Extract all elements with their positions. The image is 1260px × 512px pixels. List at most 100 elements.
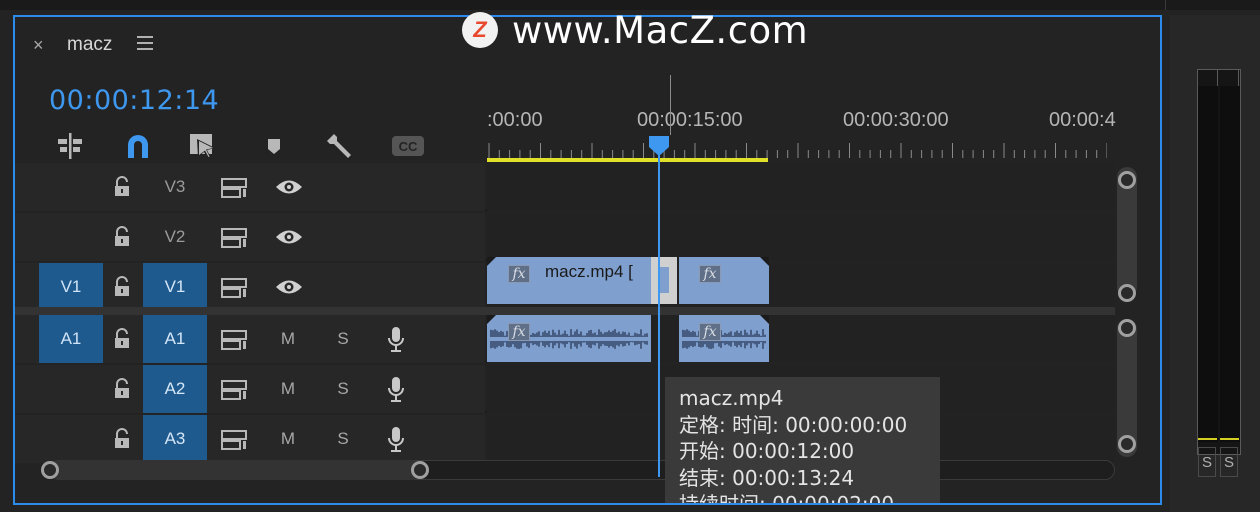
watermark: Z www.MacZ.com xyxy=(462,9,808,52)
audio-clip[interactable]: fx xyxy=(487,315,651,362)
fx-badge[interactable]: fx xyxy=(699,265,721,283)
snap-magnet-icon[interactable] xyxy=(121,129,155,163)
microphone-icon[interactable] xyxy=(387,376,405,404)
clip-tooltip: macz.mp4 定格: 时间: 00:00:00:00 开始: 00:00:1… xyxy=(665,377,940,505)
track-name[interactable]: V1 xyxy=(143,263,207,311)
add-marker-icon[interactable] xyxy=(257,129,291,163)
microphone-icon[interactable] xyxy=(387,326,405,354)
sync-lock-icon[interactable] xyxy=(221,329,247,351)
linked-selection-icon[interactable] xyxy=(187,129,221,163)
video-clip[interactable]: fx xyxy=(679,257,769,304)
meter-peak-cap xyxy=(1219,70,1239,86)
sync-lock-icon[interactable] xyxy=(221,177,247,199)
meter-level xyxy=(1198,438,1217,440)
close-icon[interactable]: × xyxy=(33,35,44,56)
meter-level xyxy=(1220,438,1239,440)
work-area-bar[interactable] xyxy=(487,158,768,162)
sync-lock-icon[interactable] xyxy=(221,429,247,451)
track-header: V2 xyxy=(15,213,485,261)
zoom-handle-right[interactable] xyxy=(411,461,429,479)
track-name[interactable]: A2 xyxy=(143,365,207,413)
eye-icon[interactable] xyxy=(275,177,303,197)
eye-icon[interactable] xyxy=(275,227,303,247)
audio-meter xyxy=(1197,69,1241,455)
scroll-handle[interactable] xyxy=(1118,171,1136,189)
video-clip[interactable]: fx macz.mp4 [ xyxy=(487,257,651,304)
fx-badge[interactable]: fx xyxy=(508,323,530,341)
sync-lock-icon[interactable] xyxy=(221,227,247,249)
panel-separator xyxy=(1165,0,1166,10)
fx-badge[interactable]: fx xyxy=(508,265,530,283)
horizontal-scroll-thumb[interactable] xyxy=(49,460,421,480)
sequence-tab[interactable]: × macz xyxy=(15,17,215,67)
ruler-label: 00:00:4 xyxy=(1049,109,1116,131)
solo-button[interactable]: S xyxy=(333,415,353,463)
ruler-label: 00:00:15:00 xyxy=(637,109,743,131)
mute-button[interactable]: M xyxy=(278,415,298,463)
scroll-handle[interactable] xyxy=(1118,435,1136,453)
lock-icon[interactable] xyxy=(111,226,133,248)
clip-corner xyxy=(760,315,769,324)
track-header: V1 V1 xyxy=(15,263,485,311)
track-header: A2 M S xyxy=(15,365,485,413)
source-patch-v1[interactable]: V1 xyxy=(39,263,103,311)
audio-waveform xyxy=(679,329,769,349)
meter-solo-button[interactable]: S xyxy=(1198,447,1216,477)
scroll-handle[interactable] xyxy=(1118,319,1136,337)
audio-clip[interactable]: fx xyxy=(679,315,769,362)
mute-button[interactable]: M xyxy=(278,365,298,413)
meter-solo-button[interactable]: S xyxy=(1220,447,1238,477)
mute-button[interactable]: M xyxy=(278,315,298,363)
ruler-ticks xyxy=(488,143,1107,158)
track-a2: A2 M S xyxy=(15,365,1115,413)
lock-icon[interactable] xyxy=(111,378,133,400)
lock-icon[interactable] xyxy=(111,276,133,298)
timeline-panel: × macz 00:00:12:14 CC :00:00 00:00:15:00… xyxy=(13,15,1162,505)
video-audio-divider[interactable] xyxy=(15,307,1115,315)
tooltip-line: 持续时间: 00:00:02:00 xyxy=(679,492,895,505)
waveform-center xyxy=(679,337,769,341)
track-name[interactable]: V2 xyxy=(143,213,207,261)
solo-button[interactable]: S xyxy=(333,365,353,413)
clip-corner xyxy=(487,257,496,266)
track-name[interactable]: V3 xyxy=(143,163,207,211)
playhead-guide xyxy=(670,75,671,135)
time-ruler[interactable]: :00:00 00:00:15:00 00:00:30:00 00:00:4 xyxy=(487,107,1117,167)
track-name[interactable]: A3 xyxy=(143,415,207,463)
wrench-settings-icon[interactable] xyxy=(323,129,357,163)
track-header: V3 xyxy=(15,163,485,211)
sequence-name[interactable]: macz xyxy=(67,34,112,56)
watermark-logo: Z xyxy=(462,12,498,48)
track-area[interactable] xyxy=(487,163,1115,211)
freeze-frame-clip[interactable] xyxy=(651,257,677,304)
tooltip-line: 开始: 00:00:12:00 xyxy=(679,439,855,463)
sync-lock-icon[interactable] xyxy=(221,379,247,401)
fx-badge[interactable]: fx xyxy=(699,323,721,341)
track-area[interactable] xyxy=(487,213,1115,261)
hamburger-menu-icon[interactable] xyxy=(137,36,153,50)
playhead-line[interactable] xyxy=(658,147,660,477)
timeline-toolbar: CC xyxy=(53,129,453,163)
sync-lock-icon[interactable] xyxy=(221,277,247,299)
solo-button[interactable]: S xyxy=(333,315,353,363)
captions-cc-icon[interactable]: CC xyxy=(391,129,425,163)
track-name[interactable]: A1 xyxy=(143,315,207,363)
zoom-handle-left[interactable] xyxy=(41,461,59,479)
source-patch-a1[interactable]: A1 xyxy=(39,315,103,363)
eye-icon[interactable] xyxy=(275,277,303,297)
track-v2: V2 xyxy=(15,213,1115,261)
track-header: A1 A1 M S xyxy=(15,315,485,363)
meter-peak-cap xyxy=(1198,70,1218,86)
lock-icon[interactable] xyxy=(111,428,133,450)
lock-icon[interactable] xyxy=(111,176,133,198)
microphone-icon[interactable] xyxy=(387,426,405,454)
playhead-timecode[interactable]: 00:00:12:14 xyxy=(49,85,219,116)
scroll-handle[interactable] xyxy=(1118,284,1136,302)
clip-name: macz.mp4 [ xyxy=(545,262,633,281)
clip-corner xyxy=(760,257,769,266)
track-v3: V3 xyxy=(15,163,1115,211)
insert-nest-icon[interactable] xyxy=(53,129,87,163)
meter-channel-left xyxy=(1198,86,1218,442)
tooltip-line: 结束: 00:00:13:24 xyxy=(679,465,855,490)
lock-icon[interactable] xyxy=(111,328,133,350)
